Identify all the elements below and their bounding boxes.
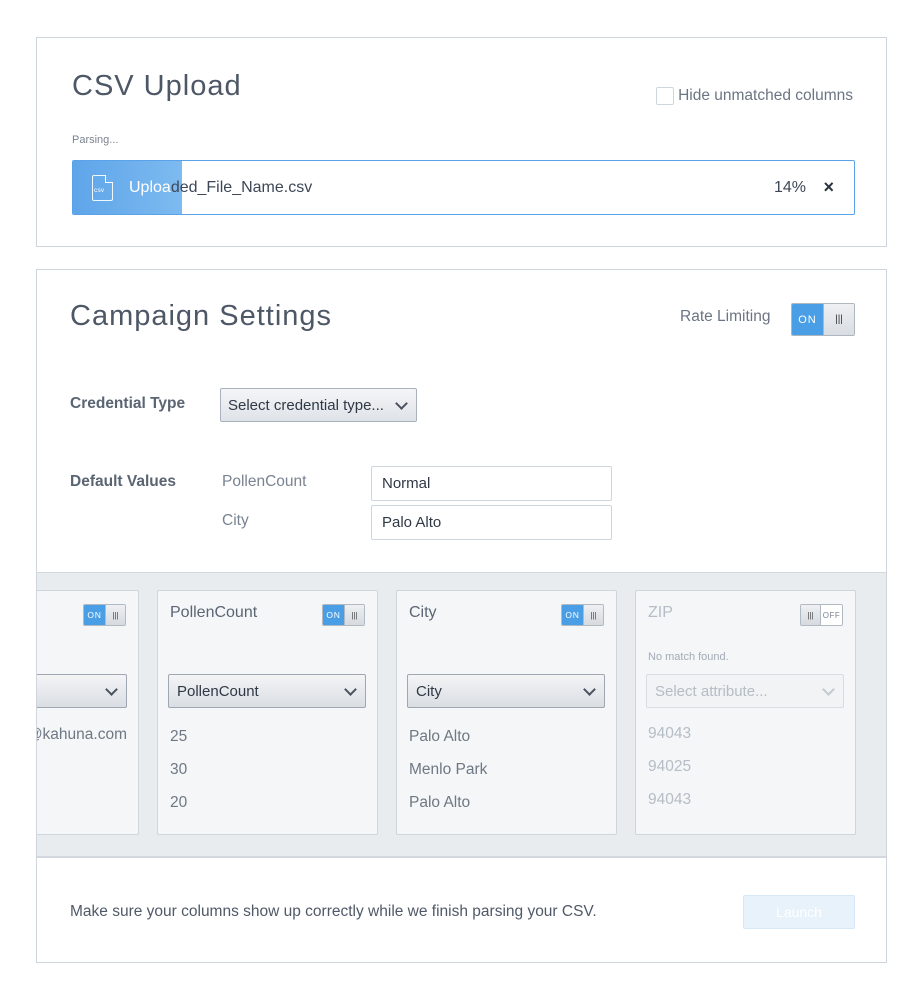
toggle-on-label: ON [84, 605, 105, 625]
column-attribute-select[interactable]: PollenCount [168, 674, 366, 708]
column-sample-value: 94025 [648, 758, 692, 775]
column-sample-value: 30 [170, 761, 188, 778]
default-field-name: PollenCount [222, 473, 307, 490]
column-sample-value: @kahuna.com [37, 726, 127, 743]
toggle-on-label: ON [562, 605, 583, 625]
toggle-grip-icon: ||| [344, 605, 364, 625]
default-field-name: City [222, 512, 249, 529]
column-enable-toggle[interactable]: ||| OFF [800, 604, 843, 626]
toggle-grip-icon: ||| [823, 304, 854, 335]
campaign-settings-card: Campaign Settings Rate Limiting ON ||| C… [36, 269, 887, 963]
hide-unmatched-label[interactable]: Hide unmatched columns [678, 87, 853, 105]
credential-type-placeholder: Select credential type... [228, 397, 384, 414]
uploaded-file-name: Uploaded_File_Name.csv [129, 179, 312, 197]
column-title: City [409, 604, 437, 621]
csv-file-icon-text: csv [94, 187, 105, 194]
parsing-hint-text: Make sure your columns show up correctly… [70, 903, 597, 920]
csv-file-icon: csv [92, 175, 113, 201]
column-attribute-select[interactable]: Select attribute... [646, 674, 844, 708]
no-match-message: No match found. [648, 651, 729, 663]
rate-limiting-on-label: ON [792, 304, 823, 335]
parsing-status: Parsing... [72, 134, 119, 146]
column-enable-toggle[interactable]: ON ||| [322, 604, 365, 626]
upload-progress-percent: 14% [773, 179, 806, 196]
column-sample-value: Palo Alto [409, 794, 471, 811]
csv-upload-title: CSV Upload [72, 70, 242, 102]
toggle-off-label: OFF [821, 605, 842, 625]
column-sample-value: Menlo Park [409, 761, 488, 778]
column-card-zip: ZIP ||| OFF No match found. Select attri… [635, 590, 856, 835]
column-sample-value: Palo Alto [409, 728, 471, 745]
column-attribute-placeholder: Select attribute... [655, 683, 768, 700]
file-name-rest: ded_File_Name.csv [170, 179, 313, 196]
column-attribute-select[interactable] [37, 674, 127, 708]
column-sample-value: 20 [170, 794, 188, 811]
rate-limiting-toggle[interactable]: ON ||| [791, 303, 855, 336]
column-enable-toggle[interactable]: ON ||| [83, 604, 126, 626]
column-attribute-value: PollenCount [177, 683, 259, 700]
column-attribute-value: City [416, 683, 442, 700]
column-title: ZIP [648, 604, 673, 621]
column-title: PollenCount [170, 604, 258, 621]
chevron-down-icon [395, 397, 408, 410]
campaign-settings-title: Campaign Settings [70, 300, 333, 332]
csv-upload-card: CSV Upload Hide unmatched columns Parsin… [36, 37, 887, 247]
column-card-pollencount: PollenCount ON ||| PollenCount 25 30 20 [157, 590, 378, 835]
column-attribute-select[interactable]: City [407, 674, 605, 708]
upload-progress-bar: csv Uploaded_File_Name.csv 14% × [72, 160, 855, 215]
default-value-pollencount-input[interactable]: Normal [371, 466, 612, 501]
column-sample-value: 94043 [648, 791, 692, 808]
rate-limiting-label: Rate Limiting [680, 308, 771, 325]
toggle-grip-icon: ||| [105, 605, 125, 625]
column-enable-toggle[interactable]: ON ||| [561, 604, 604, 626]
chevron-down-icon [105, 683, 118, 696]
chevron-down-icon [822, 683, 835, 696]
column-card-email: ON ||| @kahuna.com [37, 590, 139, 835]
toggle-grip-icon: ||| [801, 605, 821, 625]
column-card-city: City ON ||| City Palo Alto Menlo Park Pa… [396, 590, 617, 835]
default-values-label: Default Values [70, 473, 176, 490]
hide-unmatched-toggle[interactable]: Hide unmatched columns [656, 87, 853, 105]
column-sample-value: 25 [170, 728, 188, 745]
cancel-upload-close-icon[interactable]: × [823, 177, 834, 198]
toggle-on-label: ON [323, 605, 344, 625]
chevron-down-icon [344, 683, 357, 696]
default-value-city-input[interactable]: Palo Alto [371, 505, 612, 540]
toggle-grip-icon: ||| [583, 605, 603, 625]
hide-unmatched-checkbox[interactable] [656, 87, 675, 105]
launch-button[interactable]: Launch [743, 895, 855, 929]
column-mapping-area[interactable]: ON ||| @kahuna.com PollenCount ON ||| Po… [37, 572, 886, 858]
column-sample-value: 94043 [648, 725, 692, 742]
credential-type-label: Credential Type [70, 395, 186, 412]
file-name-highlighted: Uploa [129, 179, 171, 196]
credential-type-select[interactable]: Select credential type... [220, 388, 417, 422]
chevron-down-icon [583, 683, 596, 696]
